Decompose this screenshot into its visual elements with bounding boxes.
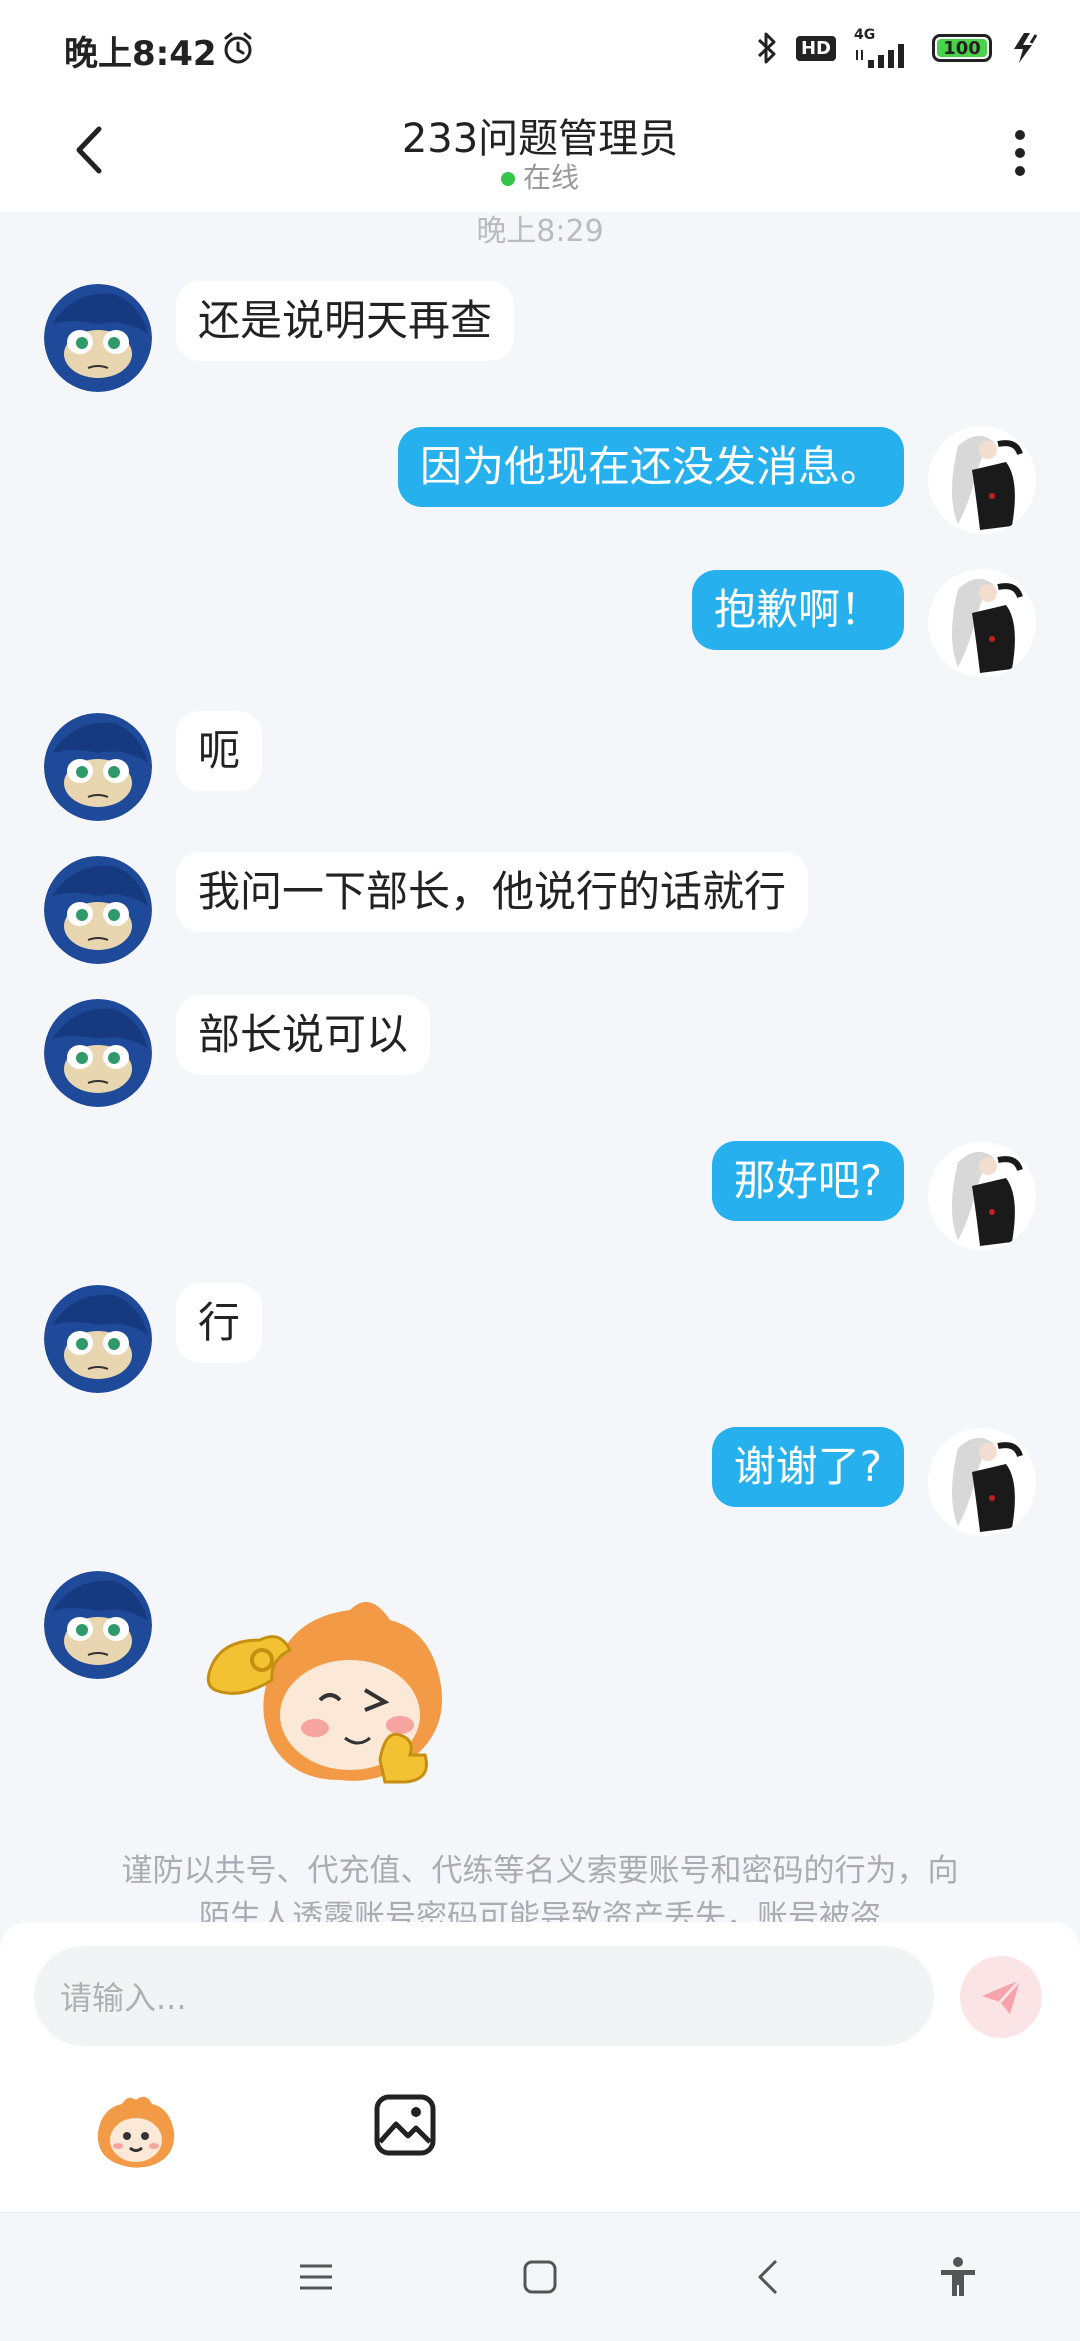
more-vertical-icon [1015, 130, 1025, 140]
avatar-image [44, 1571, 152, 1679]
avatar-image [928, 1428, 1036, 1536]
message-bubble[interactable]: 呃 [176, 711, 263, 791]
message-timestamp: 晚上8:29 [476, 214, 604, 249]
nav-accessibility-button[interactable] [932, 2251, 984, 2303]
nav-home-button[interactable] [514, 2251, 566, 2303]
message-bubble[interactable]: 抱歉啊！ [691, 570, 904, 650]
battery-icon: 100 [932, 34, 992, 62]
avatar-image [44, 1285, 152, 1393]
composer: 请输入... [0, 1922, 1080, 2212]
bluetooth-icon [757, 32, 776, 64]
my-avatar[interactable] [928, 1428, 1036, 1536]
avatar-image [44, 284, 152, 392]
accessibility-icon [941, 2257, 975, 2296]
message-bubble[interactable]: 因为他现在还没发消息。 [397, 427, 904, 507]
signal-icon: 4G [854, 28, 914, 68]
sender-avatar[interactable] [44, 284, 152, 392]
online-dot [500, 172, 515, 186]
sender-avatar[interactable] [44, 1571, 152, 1679]
avatar-image [44, 713, 152, 821]
sender-avatar[interactable] [44, 856, 152, 964]
alarm-icon [224, 32, 252, 64]
emoji-icon[interactable] [94, 2092, 178, 2170]
back-icon [758, 2259, 778, 2295]
sender-avatar[interactable] [44, 713, 152, 821]
avatar-image [44, 999, 152, 1107]
message-bubble[interactable]: 谢谢了? [711, 1427, 904, 1507]
message-bubble[interactable]: 行 [176, 1283, 263, 1363]
nav-menu-button[interactable] [290, 2251, 342, 2303]
signal-bars-icon [856, 44, 904, 68]
avatar-image [928, 569, 1036, 677]
sender-avatar[interactable] [44, 1285, 152, 1393]
status-bar: 晚上8:42 HD 4G 100 [0, 0, 1080, 100]
notice-line: 谨防以共号、代充值、代练等名义索要账号和密码的行为，向 [121, 1853, 959, 1889]
my-avatar[interactable] [928, 426, 1036, 534]
sticker-message[interactable] [200, 1590, 450, 1790]
avatar-image [44, 856, 152, 964]
send-icon [982, 1978, 1022, 2014]
message-input[interactable]: 请输入... [34, 1946, 934, 2046]
chat-header: 233问题管理员 在线 [0, 100, 1080, 212]
avatar-image [928, 1142, 1036, 1250]
home-icon [523, 2260, 557, 2294]
online-status: 在线 [0, 156, 1080, 196]
system-navigation-bar [0, 2212, 1080, 2341]
avatar-image [928, 426, 1036, 534]
status-time: 晚上8:42 [64, 34, 217, 74]
message-bubble[interactable]: 那好吧? [711, 1141, 904, 1221]
message-bubble[interactable]: 还是说明天再查 [176, 281, 515, 361]
status-icons: HD 4G 100 [756, 28, 1040, 68]
menu-icon [300, 2264, 332, 2290]
battery-level: 100 [943, 37, 981, 59]
message-bubble[interactable]: 部长说可以 [176, 995, 431, 1075]
send-button[interactable] [960, 1956, 1042, 2038]
hd-badge: HD [795, 35, 836, 61]
image-icon[interactable] [372, 2092, 438, 2158]
more-options-button[interactable] [1000, 118, 1040, 188]
my-avatar[interactable] [928, 569, 1036, 677]
online-label: 在线 [522, 161, 579, 194]
my-avatar[interactable] [928, 1142, 1036, 1250]
nav-back-button[interactable] [742, 2251, 794, 2303]
message-bubble[interactable]: 我问一下部长，他说行的话就行 [176, 852, 809, 932]
sender-avatar[interactable] [44, 999, 152, 1107]
network-type: 4G [854, 27, 876, 43]
charging-icon [1014, 33, 1038, 63]
